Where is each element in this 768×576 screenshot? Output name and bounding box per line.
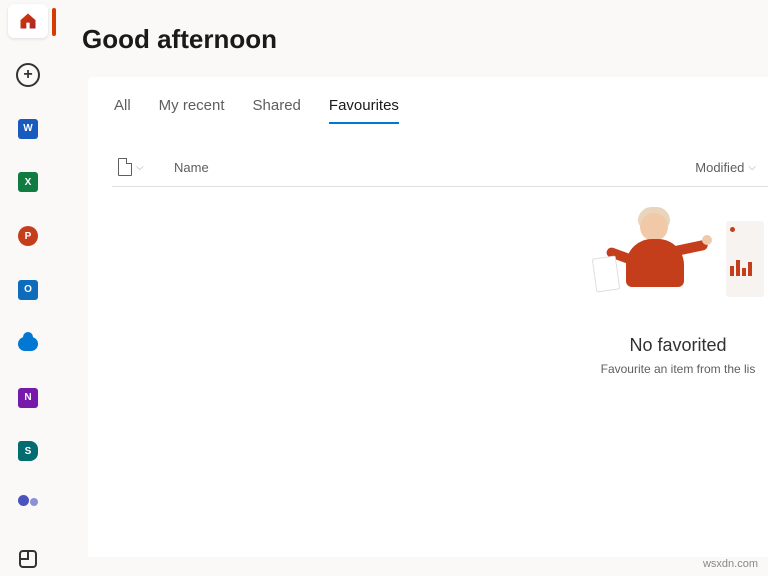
teams-icon bbox=[18, 495, 38, 515]
sharepoint-icon: S bbox=[18, 441, 38, 461]
onenote-icon: N bbox=[18, 388, 38, 408]
chevron-down-icon: ⌵ bbox=[748, 162, 756, 173]
sidebar-item-powerpoint[interactable]: P bbox=[8, 219, 48, 253]
sidebar-item-teams[interactable] bbox=[8, 488, 48, 522]
empty-title: No favorited bbox=[588, 335, 768, 356]
sidebar: + W X P O N S bbox=[0, 0, 56, 576]
watermark: wsxdn.com bbox=[703, 558, 758, 570]
sidebar-item-word[interactable]: W bbox=[8, 112, 48, 146]
chevron-down-icon: ⌵ bbox=[136, 162, 144, 173]
excel-icon: X bbox=[18, 172, 38, 192]
sidebar-item-apps[interactable] bbox=[8, 542, 48, 576]
apps-icon bbox=[18, 549, 38, 569]
empty-state: No favorited Favourite an item from the … bbox=[588, 207, 768, 376]
sidebar-item-onedrive[interactable] bbox=[8, 327, 48, 361]
tab-favourites[interactable]: Favourites bbox=[329, 97, 399, 124]
column-modified[interactable]: Modified ⌵ bbox=[695, 160, 756, 175]
sidebar-item-home[interactable] bbox=[8, 4, 48, 38]
page-title: Good afternoon bbox=[82, 24, 768, 55]
document-icon bbox=[118, 158, 132, 176]
tab-all[interactable]: All bbox=[114, 97, 131, 124]
column-name[interactable]: Name bbox=[174, 160, 209, 175]
onedrive-icon bbox=[18, 334, 38, 354]
documents-panel: All My recent Shared Favourites ⌵ Name M… bbox=[88, 77, 768, 557]
empty-subtitle: Favourite an item from the lis bbox=[588, 362, 768, 376]
sidebar-item-onenote[interactable]: N bbox=[8, 381, 48, 415]
empty-illustration bbox=[598, 207, 758, 317]
active-indicator bbox=[52, 8, 56, 36]
tab-recent[interactable]: My recent bbox=[159, 97, 225, 124]
home-icon bbox=[18, 11, 38, 31]
plus-icon: + bbox=[16, 63, 40, 87]
sidebar-item-excel[interactable]: X bbox=[8, 165, 48, 199]
table-header: ⌵ Name Modified ⌵ bbox=[112, 158, 768, 187]
sidebar-item-create[interactable]: + bbox=[8, 58, 48, 92]
column-type[interactable]: ⌵ bbox=[112, 158, 152, 176]
powerpoint-icon: P bbox=[18, 226, 38, 246]
outlook-icon: O bbox=[18, 280, 38, 300]
word-icon: W bbox=[18, 119, 38, 139]
tab-shared[interactable]: Shared bbox=[253, 97, 301, 124]
column-modified-label: Modified bbox=[695, 160, 744, 175]
sidebar-item-outlook[interactable]: O bbox=[8, 273, 48, 307]
tabs: All My recent Shared Favourites bbox=[112, 97, 768, 124]
main-content: Good afternoon All My recent Shared Favo… bbox=[56, 0, 768, 576]
sidebar-item-sharepoint[interactable]: S bbox=[8, 435, 48, 469]
